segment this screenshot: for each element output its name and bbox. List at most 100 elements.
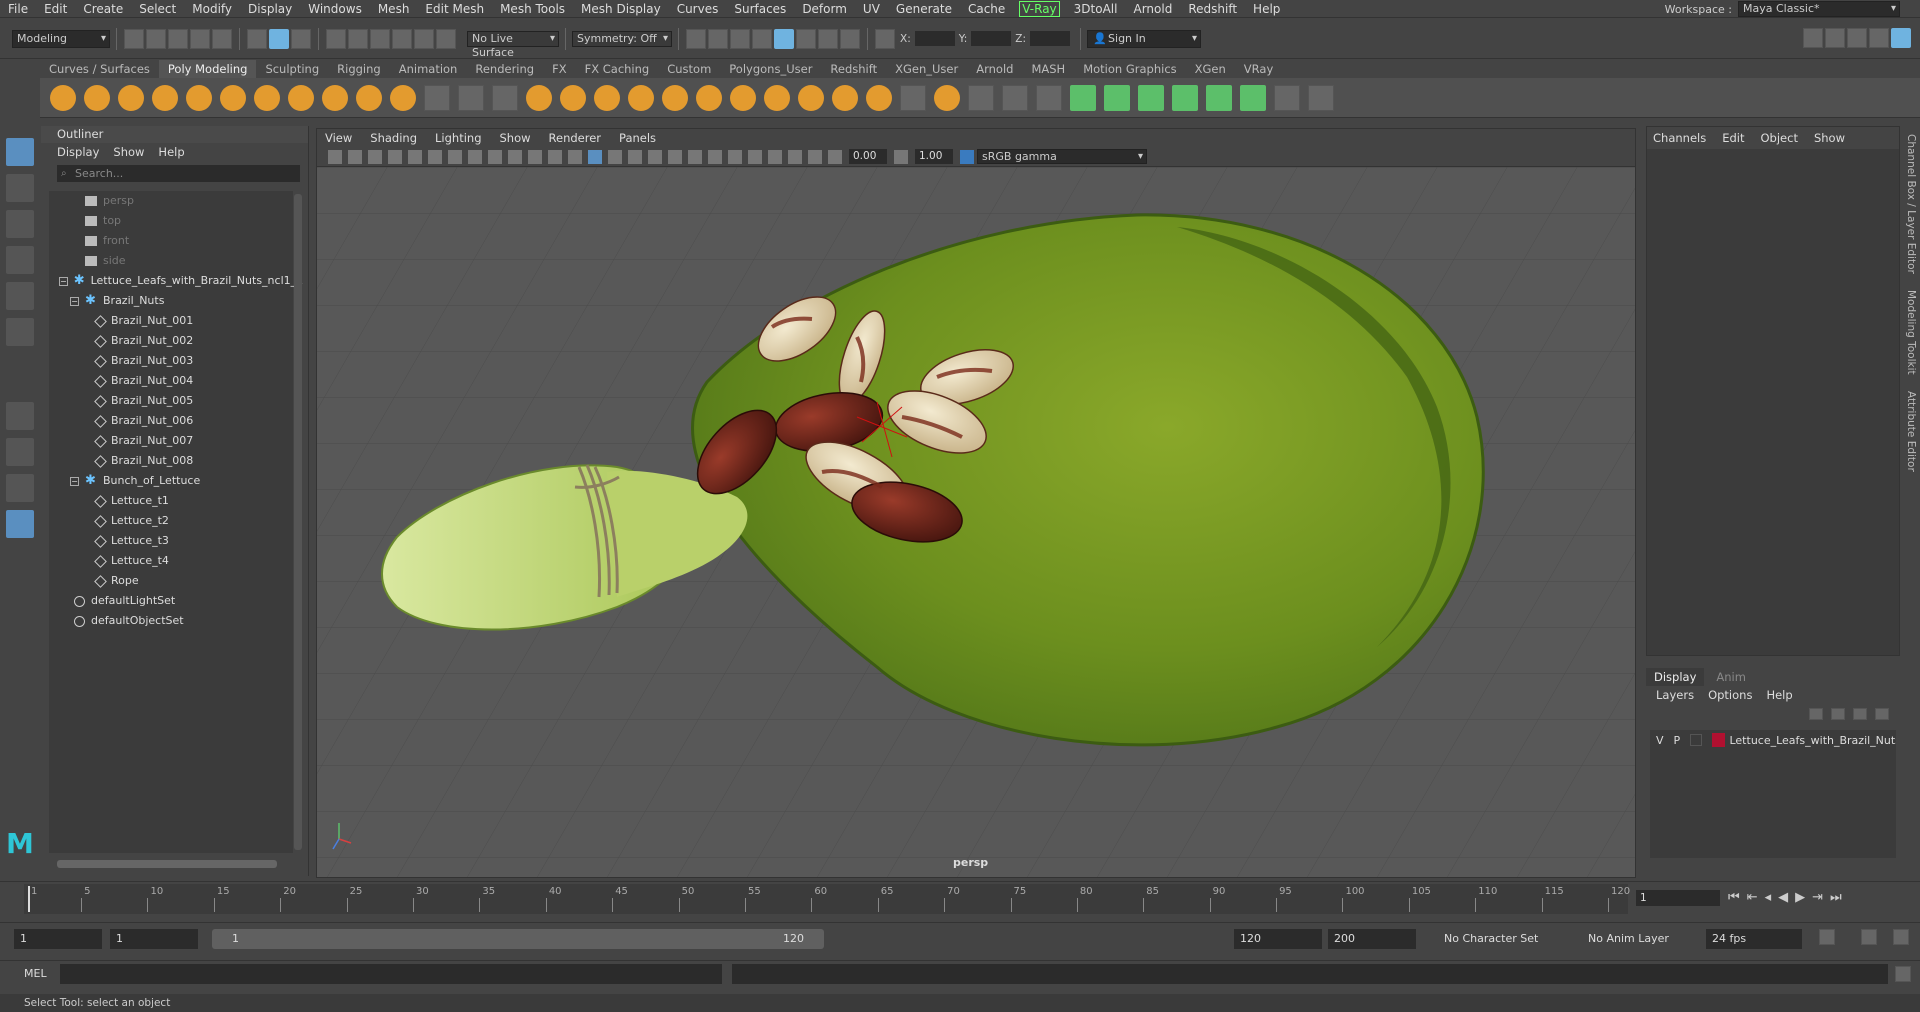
grease-pencil-icon[interactable] [428,149,442,164]
outliner-node[interactable]: Brazil_Nut_008 [49,451,293,471]
planar-mapping-icon[interactable] [1104,84,1130,111]
shelf-tab[interactable]: VRay [1235,60,1282,78]
layer-visibility-toggle[interactable]: V [1656,734,1664,747]
outliner-node[interactable]: Lettuce_t3 [49,531,293,551]
layer-editor-icon[interactable] [1891,28,1911,48]
outliner-menu-item[interactable]: Display [57,145,99,159]
uv-icon[interactable] [458,84,484,111]
poly-sphere-icon[interactable] [50,84,76,111]
outliner-node[interactable]: Brazil_Nut_004 [49,371,293,391]
outliner-node[interactable]: − ✱ Bunch_of_Lettuce [49,471,293,491]
menu-item[interactable]: Modify [184,0,240,18]
render-icon[interactable] [686,28,706,49]
cut-uv-icon[interactable] [1274,84,1300,111]
outliner-node[interactable]: Brazil_Nut_007 [49,431,293,451]
outliner-node[interactable]: Brazil_Nut_006 [49,411,293,431]
y-field[interactable] [971,31,1012,46]
multi-cut-icon[interactable] [968,84,994,111]
range-slider[interactable]: 1 120 [212,929,824,949]
shelf-tab[interactable]: Arnold [967,60,1022,78]
step-forward-key-icon[interactable]: ⇥ [1812,890,1823,905]
outliner-node[interactable]: Brazil_Nut_003 [49,351,293,371]
step-back-key-icon[interactable]: ⇤ [1747,890,1758,905]
menu-item[interactable]: Select [131,0,184,18]
new-empty-layer-icon[interactable] [1853,708,1867,720]
shelf-tab[interactable]: Custom [658,60,720,78]
shelf-tab[interactable]: Poly Modeling [158,60,257,78]
gate-mask-icon[interactable] [508,149,522,164]
animation-preferences-icon[interactable] [1893,929,1909,945]
open-scene-icon[interactable] [146,28,166,49]
menu-item[interactable]: Curves [669,0,727,18]
viewport-menu-item[interactable]: Panels [619,131,656,145]
snap-grid-icon[interactable] [326,28,346,49]
current-frame-field[interactable]: 1 [1636,890,1720,906]
render-view-icon[interactable] [774,28,794,49]
z-field[interactable] [1030,31,1071,46]
spherical-mapping-icon[interactable] [1172,84,1198,111]
poly-cone-icon[interactable] [152,84,178,111]
particles-icon[interactable] [492,84,518,111]
channel-box-icon[interactable] [1869,28,1889,48]
menu-item[interactable]: Edit Mesh [417,0,492,18]
shelf-tab[interactable]: Polygons_User [720,60,821,78]
outliner-menu-item[interactable]: Help [158,145,184,159]
outliner-node[interactable]: Lettuce_t1 [49,491,293,511]
gamma-field[interactable]: 1.00 [915,149,953,164]
outliner-node[interactable]: defaultLightSet [49,591,293,611]
outliner-node[interactable]: Lettuce_t2 [49,511,293,531]
channel-box-menu-item[interactable]: Show [1814,131,1845,145]
mirror-icon[interactable] [696,84,722,111]
poly-plane-icon[interactable] [220,84,246,111]
layer-tab[interactable]: Display [1646,668,1705,686]
boolean-icon[interactable] [662,84,688,111]
poly-text-icon[interactable] [356,84,382,111]
shelf-tab[interactable]: Rigging [328,60,390,78]
unfold-icon[interactable] [1240,84,1266,111]
automatic-mapping-icon[interactable] [1206,84,1232,111]
insert-edge-loop-icon[interactable] [1002,84,1028,111]
shelf-tab[interactable]: MASH [1022,60,1074,78]
shelf-tab[interactable]: FX [543,60,576,78]
extract-icon[interactable] [594,84,620,111]
channel-box-menu-item[interactable]: Channels [1653,131,1706,145]
scale-tool-icon[interactable] [6,318,34,346]
platonic-solid-icon[interactable] [288,84,314,111]
mode-dropdown[interactable]: Modeling [12,29,110,48]
layer-display-type-toggle[interactable] [1690,734,1702,746]
sign-in-button[interactable]: 👤 Sign In [1087,29,1202,48]
wireframe-icon[interactable] [568,149,582,164]
outliner-horizontal-scrollbar[interactable] [57,860,277,868]
viewport-menu-item[interactable]: Lighting [435,131,481,145]
layer-color-swatch[interactable] [1711,733,1726,747]
snap-curve-icon[interactable] [348,28,368,49]
gamma-icon[interactable] [894,149,908,164]
menu-item[interactable]: Help [1245,0,1288,18]
exposure-icon[interactable] [828,149,842,164]
side-tab[interactable]: Channel Box / Layer Editor [1905,134,1917,274]
timeline-ruler[interactable]: 1 5 10 15 20 25 30 35 40 45 50 55 60 65 70 75 80 85 90 95 10… [24,884,1630,914]
expand-toggle-icon[interactable]: − [59,276,68,286]
append-icon[interactable] [866,84,892,111]
playback-end-field[interactable]: 120 [1234,929,1322,949]
current-time-indicator[interactable] [28,886,30,912]
menu-item[interactable]: File [0,0,36,18]
channel-box-menu-item[interactable]: Object [1761,131,1798,145]
ambient-occlusion-icon[interactable] [688,149,702,164]
viewport-menu-item[interactable]: View [325,131,352,145]
loop-icon[interactable] [1819,929,1835,945]
viewport-menu-item[interactable]: Shading [370,131,417,145]
live-surface-field[interactable]: No Live Surface [467,30,559,59]
outliner-node[interactable]: − ✱ Brazil_Nuts [49,291,293,311]
shelf-tab[interactable]: FX Caching [576,60,659,78]
paint-select-tool-icon[interactable] [6,210,34,238]
side-tab[interactable]: Modeling Toolkit [1905,290,1917,375]
xray-icon[interactable] [788,149,802,164]
outliner-node[interactable]: − ✱ Lettuce_Leafs_with_Brazil_Nuts_ncl1_1 [49,271,303,291]
merge-icon[interactable] [900,84,926,111]
snap-surface-icon[interactable] [414,28,434,49]
menu-item[interactable]: Generate [888,0,960,18]
depth-of-field-icon[interactable] [748,149,762,164]
snap-point-icon[interactable] [370,28,390,49]
camera-attributes-icon[interactable] [348,149,362,164]
